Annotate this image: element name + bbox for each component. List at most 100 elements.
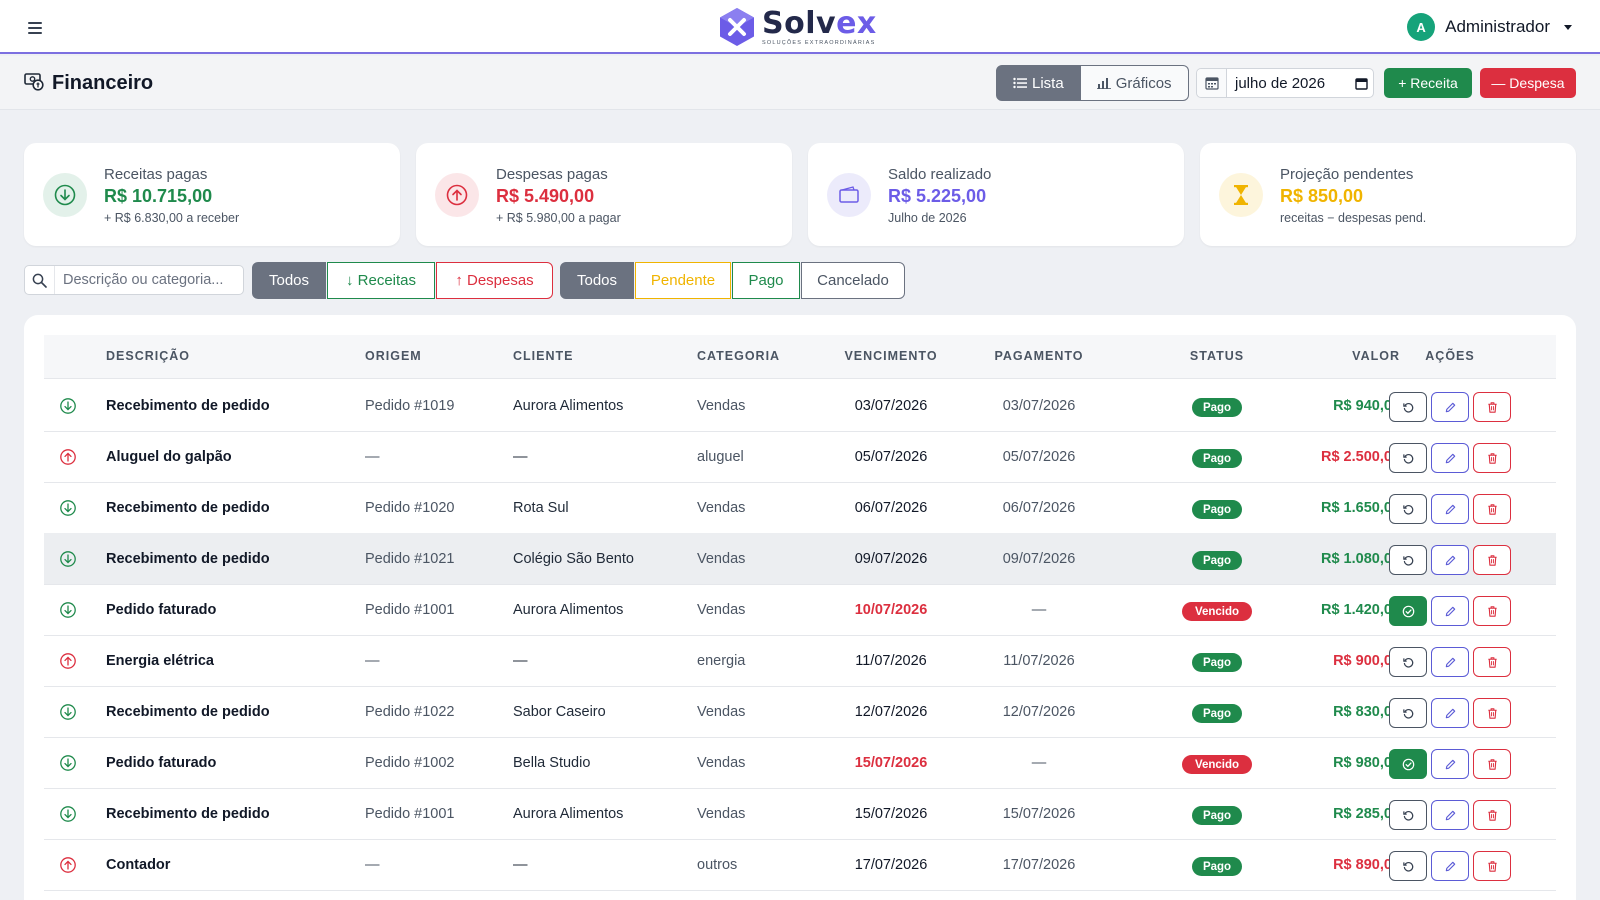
revert-button[interactable] [1389,647,1427,677]
revert-button[interactable] [1389,545,1427,575]
user-menu[interactable]: A Administrador [1407,13,1572,41]
row-valor: R$ 900,00 [1333,653,1400,669]
table-row[interactable]: Recebimento de pedido Pedido #1001 Aurora … [44,788,1556,840]
row-cliente: Rota Sul [513,500,569,516]
card-sub: receitas − despesas pend. [1280,211,1427,225]
row-vencimento: 05/07/2026 [854,449,928,465]
row-origem: Pedido #1022 [365,704,455,720]
col-cliente[interactable]: CLIENTE [513,349,573,363]
trash-icon [1486,860,1499,873]
menu-icon[interactable] [28,22,48,36]
trash-icon [1486,401,1499,414]
row-vencimento: 10/07/2026 [854,602,928,618]
revert-button[interactable] [1389,494,1427,524]
edit-button[interactable] [1431,698,1469,728]
filter-status-todos[interactable]: Todos [560,262,634,299]
row-valor: R$ 2.500,00 [1320,449,1400,465]
list-view-button[interactable]: Lista [996,65,1081,101]
edit-button[interactable] [1431,647,1469,677]
brand-name: Solvex [762,5,877,41]
row-origem: Pedido #1002 [365,755,455,771]
calendar-picker-icon[interactable] [1349,69,1373,97]
arrow-up-circle-icon [59,652,77,670]
search-box: Descrição ou categoria... [24,265,244,295]
card-value: R$ 5.225,00 [888,186,987,206]
revert-button[interactable] [1389,392,1427,422]
revert-button[interactable] [1389,698,1427,728]
search-input[interactable]: Descrição ou categoria... [55,266,243,294]
col-vencimento[interactable]: VENCIMENTO [836,349,946,363]
table-row[interactable]: Energia elétrica — — energia 11/07/2026 11/07… [44,635,1556,687]
undo-icon [1402,554,1415,567]
edit-button[interactable] [1431,392,1469,422]
col-categoria[interactable]: CATEGORIA [697,349,780,363]
revert-button[interactable] [1389,443,1427,473]
row-cliente: Aurora Alimentos [513,806,624,822]
delete-button[interactable] [1473,800,1511,830]
table-row[interactable]: Recebimento de pedido Pedido #1019 Aurora … [44,380,1556,432]
undo-icon [1402,503,1415,516]
delete-button[interactable] [1473,749,1511,779]
table-row[interactable]: Recebimento de pedido Pedido #1021 Colégio… [44,533,1556,585]
edit-button[interactable] [1431,443,1469,473]
row-descricao: Recebimento de pedido [106,704,270,720]
undo-icon [1402,707,1415,720]
delete-button[interactable] [1473,443,1511,473]
filter-status-pago[interactable]: Pago [732,262,800,299]
table-row[interactable]: Recebimento de pedido Pedido #1020 Rota Su… [44,482,1556,534]
edit-button[interactable] [1431,800,1469,830]
filter-status-cancelado[interactable]: Cancelado [801,262,905,299]
edit-button[interactable] [1431,749,1469,779]
hourglass-icon [1219,173,1263,217]
card-sub: Julho de 2026 [888,211,967,225]
revert-button[interactable] [1389,800,1427,830]
row-origem: Pedido #1019 [365,398,455,414]
revert-button[interactable] [1389,851,1427,881]
month-input[interactable]: julho de 2026 [1227,69,1349,97]
brand-logo[interactable]: Solvex SOLUÇÕES EXTRAORDINÁRIAS [718,6,877,48]
trash-icon [1486,503,1499,516]
edit-button[interactable] [1431,851,1469,881]
table-row[interactable]: Pedido faturado Pedido #1002 Bella Studio V… [44,737,1556,789]
filter-type-despesas[interactable]: ↑ Despesas [436,262,553,299]
delete-button[interactable] [1473,392,1511,422]
filter-status-pendente[interactable]: Pendente [635,262,731,299]
delete-button[interactable] [1473,851,1511,881]
type-filter-group: Todos ↓ Receitas ↑ Despesas [252,262,554,299]
table-row[interactable]: Pedido faturado Pedido #1001 Aurora Alimen… [44,584,1556,636]
pencil-icon [1444,707,1457,720]
add-receita-button[interactable]: + Receita [1384,68,1472,98]
add-despesa-button[interactable]: — Despesa [1480,68,1576,98]
edit-button[interactable] [1431,596,1469,626]
mark-paid-button[interactable] [1389,749,1427,779]
arrow-up-circle-icon [435,173,479,217]
table-row[interactable]: Contador — — outros 17/07/2026 17/07/2026 Pago… [44,839,1556,891]
col-valor[interactable]: VALOR [1240,349,1400,363]
row-cliente: Aurora Alimentos [513,398,624,414]
col-pagamento[interactable]: PAGAMENTO [984,349,1094,363]
edit-button[interactable] [1431,545,1469,575]
table-row[interactable]: Aluguel do galpão — — aluguel 05/07/2026 05/0… [44,431,1556,483]
charts-view-button[interactable]: Gráficos [1080,65,1189,101]
delete-button[interactable] [1473,647,1511,677]
col-descricao[interactable]: DESCRIÇÃO [106,349,190,363]
delete-button[interactable] [1473,494,1511,524]
delete-button[interactable] [1473,596,1511,626]
delete-button[interactable] [1473,545,1511,575]
filter-type-todos[interactable]: Todos [252,262,326,299]
chevron-down-icon [1564,24,1572,30]
row-categoria: energia [697,653,746,669]
col-origem[interactable]: ORIGEM [365,349,422,363]
check-circle-icon [1402,758,1415,771]
filter-type-receitas[interactable]: ↓ Receitas [327,262,435,299]
row-pagamento: 11/07/2026 [1003,653,1075,669]
month-picker[interactable]: julho de 2026 [1196,68,1374,98]
edit-button[interactable] [1431,494,1469,524]
mark-paid-button[interactable] [1389,596,1427,626]
row-pagamento: 06/07/2026 [1002,500,1076,516]
trash-icon [1486,656,1499,669]
status-badge: Pago [1192,806,1242,825]
table-row[interactable]: Recebimento de pedido Pedido #1022 Sabor C… [44,686,1556,738]
delete-button[interactable] [1473,698,1511,728]
pencil-icon [1444,860,1457,873]
